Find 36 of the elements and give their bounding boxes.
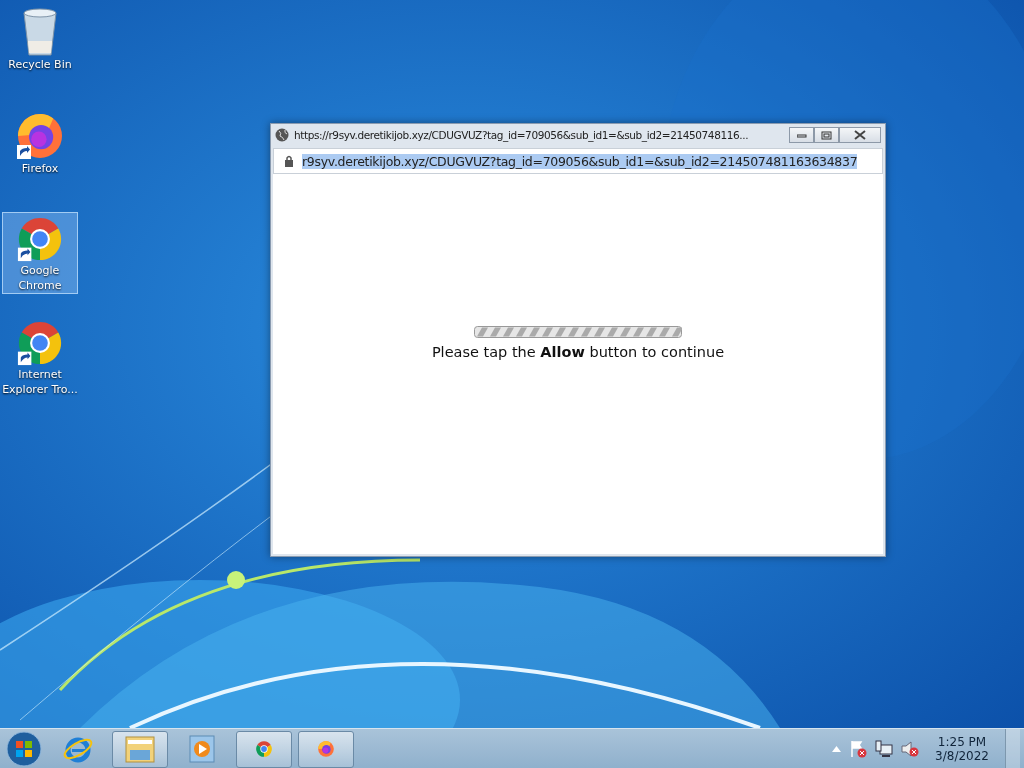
start-button[interactable] bbox=[4, 730, 44, 768]
close-button[interactable] bbox=[839, 127, 881, 143]
taskbar-button[interactable] bbox=[236, 730, 292, 768]
shortcut-label: Recycle Bin bbox=[7, 57, 73, 72]
desktop-shortcut[interactable]: Firefox bbox=[2, 108, 78, 190]
close-icon bbox=[854, 130, 866, 140]
desktop-shortcut[interactable]: Recycle Bin bbox=[2, 4, 78, 86]
instruction-text: Please tap the Allow button to continue bbox=[431, 344, 725, 360]
taskbar-button[interactable] bbox=[298, 730, 354, 768]
window-title: https://r9syv.deretikijob.xyz/CDUGVUZ?tag_id=709056&sub_id1=&sub_id2=21450748116... bbox=[294, 129, 750, 141]
address-bar[interactable]: r9syv.deretikijob.xyz/CDUGVUZ?tag_id=709056&sub_id1=&sub_id2=214507481163634837 bbox=[273, 148, 883, 174]
speaker-muted-icon[interactable] bbox=[901, 740, 920, 758]
firefox-icon bbox=[15, 111, 65, 161]
globe-icon bbox=[275, 128, 289, 142]
show-desktop-button[interactable] bbox=[1005, 729, 1020, 768]
minimize-button[interactable] bbox=[789, 127, 814, 143]
flag-error-icon[interactable] bbox=[849, 740, 868, 758]
minimize-icon bbox=[796, 132, 807, 138]
folder-icon[interactable] bbox=[124, 734, 156, 764]
media-player-icon[interactable] bbox=[188, 734, 216, 764]
network-icon[interactable] bbox=[875, 740, 894, 758]
desktop-shortcut[interactable]: Internet Explorer Tro... bbox=[2, 316, 78, 398]
clock[interactable]: 1:25 PM 3/8/2022 bbox=[935, 735, 989, 763]
taskbar-button[interactable] bbox=[112, 730, 168, 768]
maximize-icon bbox=[821, 130, 832, 140]
clock-date: 3/8/2022 bbox=[935, 749, 989, 763]
desktop-shortcut[interactable]: Google Chrome bbox=[2, 212, 78, 294]
url-text: r9syv.deretikijob.xyz/CDUGVUZ?tag_id=709056&sub_id1=&sub_id2=214507481163634837 bbox=[302, 153, 858, 169]
shortcut-label: Firefox bbox=[20, 161, 60, 176]
recycle-bin-icon bbox=[20, 7, 60, 57]
lock-icon bbox=[284, 155, 294, 167]
maximize-button[interactable] bbox=[814, 127, 839, 143]
show-hidden-icons-icon[interactable] bbox=[832, 746, 842, 752]
shortcut-label: Internet Explorer Tro... bbox=[2, 367, 78, 397]
clock-time: 1:25 PM bbox=[937, 735, 987, 749]
shortcut-label: Google Chrome bbox=[17, 263, 63, 293]
